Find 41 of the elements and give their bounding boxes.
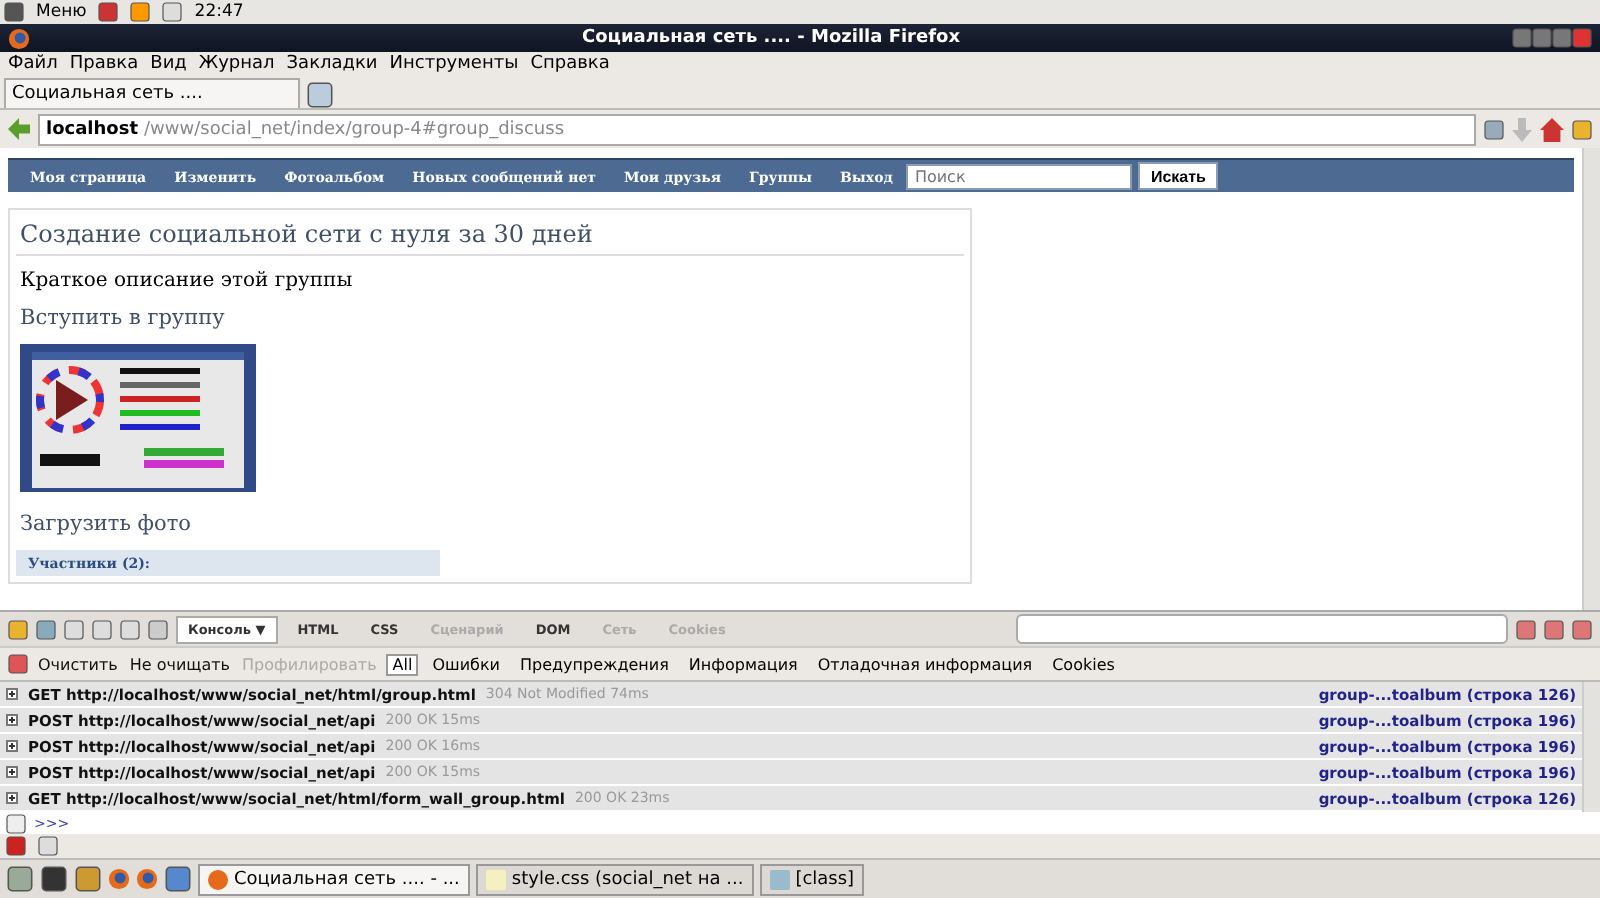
firefox-icon xyxy=(208,869,228,889)
browser-tab[interactable]: Социальная сеть .... xyxy=(4,78,300,108)
menu-item[interactable]: Инструменты xyxy=(389,54,519,74)
menu-item[interactable]: Журнал xyxy=(198,54,275,74)
join-link[interactable]: Вступить в группу xyxy=(16,306,225,330)
group-title: Создание социальной сети с нуля за 30 дней xyxy=(16,216,964,256)
taskbar-button[interactable]: style.css (social_net на ... xyxy=(475,863,754,895)
scrollbar[interactable] xyxy=(1582,682,1600,812)
taskbar-button[interactable]: [class] xyxy=(759,863,865,895)
menu-item[interactable]: Закладки xyxy=(286,54,378,74)
console-search-field[interactable] xyxy=(1016,614,1508,644)
address-field[interactable]: localhost /www/social_net/index/group-4#group_discuss xyxy=(38,113,1476,145)
expand-icon[interactable] xyxy=(6,766,18,778)
scrollbar[interactable] xyxy=(1582,148,1600,610)
console-action[interactable]: Очистить xyxy=(36,655,120,673)
search-field[interactable]: Поиск xyxy=(906,163,1133,189)
clock: 22:47 xyxy=(194,2,244,22)
search-button[interactable]: Искать xyxy=(1138,162,1218,190)
expand-icon[interactable] xyxy=(6,714,18,726)
upload-link[interactable]: Загрузить фото xyxy=(16,512,191,536)
window-title: Социальная сеть .... - Mozilla Firefox xyxy=(580,28,962,48)
console-action[interactable]: Не очищать xyxy=(127,655,232,673)
menu-item[interactable]: Справка xyxy=(530,54,610,74)
menu-item[interactable]: Файл xyxy=(8,54,58,74)
group-description: Краткое описание этой группы xyxy=(18,270,355,292)
filter-button[interactable]: Отладочная информация xyxy=(811,653,1039,675)
expand-icon[interactable] xyxy=(6,688,18,700)
expand-icon[interactable] xyxy=(6,792,18,804)
firefox-logo-icon[interactable] xyxy=(8,27,30,49)
filter-button[interactable]: Предупреждения xyxy=(514,653,675,675)
filter-button[interactable]: Ошибки xyxy=(426,653,506,675)
menu-label[interactable]: Меню xyxy=(36,2,87,22)
filter-button[interactable]: All xyxy=(386,653,419,675)
menu-item[interactable]: Вид xyxy=(150,54,187,74)
filter-button[interactable]: Информация xyxy=(682,653,804,675)
firefox-icon[interactable] xyxy=(136,868,158,890)
taskbar-button[interactable]: Социальная сеть .... - ... xyxy=(198,863,470,895)
expand-icon[interactable] xyxy=(6,740,18,752)
filter-button[interactable]: Cookies xyxy=(1046,653,1121,675)
menu-item[interactable]: Правка xyxy=(69,54,139,74)
home-icon[interactable] xyxy=(1540,117,1564,141)
